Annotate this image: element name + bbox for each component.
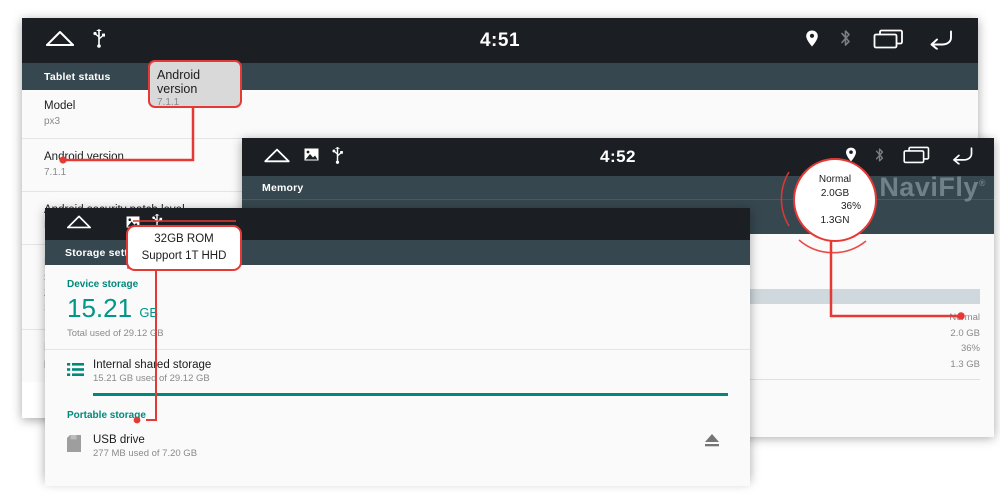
location-pin-icon — [805, 29, 819, 52]
storage-used-number: 15.21 — [67, 293, 133, 323]
usb-icon — [92, 28, 106, 53]
navifly-watermark: NaviFly® — [879, 172, 986, 203]
clock: 4:52 — [599, 147, 637, 166]
status-bar: 4:52 — [242, 138, 994, 176]
bluetooth-icon — [839, 29, 852, 53]
recent-apps-icon[interactable] — [872, 27, 906, 54]
bubble-line-1: Normal — [818, 174, 852, 185]
clock: 4:51 — [479, 29, 521, 51]
usb-drive-text: USB drive 277 MB used of 7.20 GB — [93, 434, 197, 459]
watermark-text: NaviFly — [879, 172, 979, 202]
list-icon — [67, 362, 93, 382]
memory-stats-values: Normal 2.0 GB 36% 1.3 GB — [949, 310, 980, 372]
callout-value: 7.1.1 — [157, 97, 180, 108]
screenshot-icon — [304, 148, 319, 166]
home-icon[interactable] — [44, 28, 76, 53]
stat-value: 1.3 GB — [950, 358, 980, 370]
back-arrow-icon[interactable] — [926, 27, 956, 54]
usb-drive-title: USB drive — [93, 433, 145, 446]
list-item-value: px3 — [44, 116, 61, 127]
device-storage-header: Device storage — [67, 279, 139, 290]
stat-value: 36% — [960, 343, 980, 354]
stat-value: 2.0 GB — [950, 327, 980, 339]
callout-rom-line-1: 32GB ROM — [154, 233, 214, 245]
watermark-registered-mark: ® — [978, 178, 986, 188]
callout-rom-capacity: 32GB ROM Support 1T HHD — [126, 225, 242, 271]
storage-used-subtitle: Total used of 29.12 GB — [67, 328, 164, 339]
callout-rom-line-2: Support 1T HHD — [141, 250, 227, 262]
status-bar-right-icons — [845, 145, 976, 170]
status-bar-left-icons — [242, 146, 344, 169]
storage-used-unit: GB — [139, 305, 159, 320]
stat-value: Normal — [949, 312, 980, 323]
storage-used-value: 15.21 GB — [45, 293, 750, 328]
bubble-line-2: 2.0GB — [820, 187, 850, 199]
home-icon[interactable] — [262, 146, 292, 169]
app-bar-title: Tablet status — [44, 70, 111, 83]
storage-body: Device storage 15.21 GB Total used of 29… — [45, 265, 750, 486]
usb-drive-icon — [67, 435, 93, 457]
usb-drive-subtitle: 277 MB used of 7.20 GB — [93, 447, 198, 459]
internal-storage-subtitle: 15.21 GB used of 29.12 GB — [93, 373, 210, 384]
home-icon[interactable] — [65, 213, 93, 235]
bluetooth-icon — [874, 146, 885, 168]
eject-icon[interactable] — [704, 433, 720, 452]
portable-storage-header: Portable storage — [67, 409, 146, 421]
callout-title: Android version — [157, 68, 201, 96]
internal-storage-text: Internal shared storage 15.21 GB used of… — [93, 359, 211, 384]
bubble-line-4: 1.3GN — [820, 214, 850, 226]
recent-apps-icon[interactable] — [902, 145, 932, 170]
internal-storage-item[interactable]: Internal shared storage 15.21 GB used of… — [45, 350, 750, 388]
app-bar-title: Memory — [262, 181, 304, 194]
status-bar: 4:51 — [22, 18, 978, 63]
callout-memory-bubble: Normal 2.0GB 36% 1.3GN — [793, 158, 877, 242]
status-bar-right-icons — [805, 27, 956, 54]
callout-android-version: Android version 7.1.1 — [148, 60, 242, 108]
internal-storage-title: Internal shared storage — [93, 359, 212, 371]
status-bar-left-icons — [22, 28, 106, 53]
usb-drive-item[interactable]: USB drive 277 MB used of 7.20 GB — [45, 421, 750, 463]
back-arrow-icon[interactable] — [949, 145, 976, 170]
bubble-line-3: 36% — [840, 201, 861, 212]
usb-icon — [331, 146, 344, 169]
